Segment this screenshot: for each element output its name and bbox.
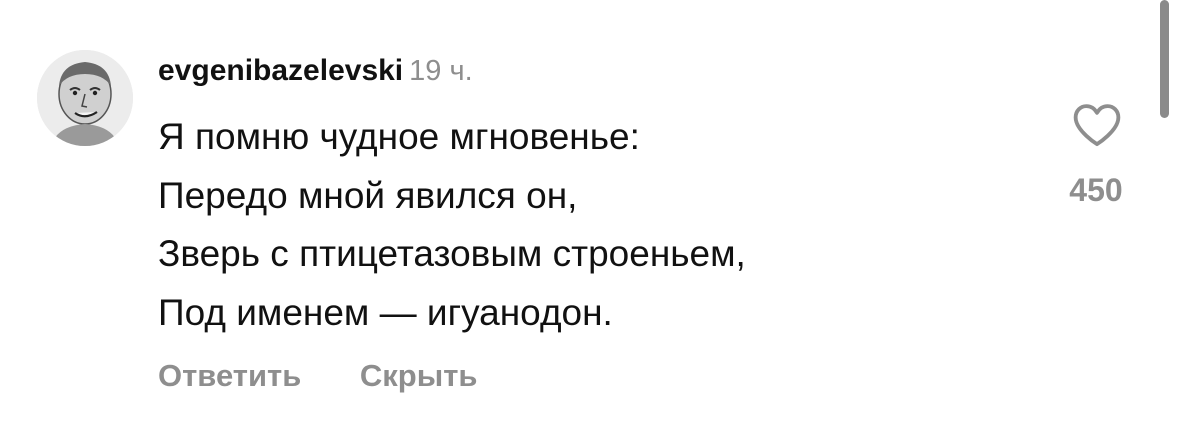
avatar[interactable] xyxy=(37,50,133,146)
comment-line: Я помню чудное мгновенье: xyxy=(158,116,640,157)
comment-line: Под именем — игуанодон. xyxy=(158,291,613,333)
comment-item: evgenibazelevski 19 ч. Я помню чудное мгн… xyxy=(0,0,1179,430)
comment-line: Зверь с птицетазовым строеньем, xyxy=(158,233,746,274)
comment-line: Передо мной явился он, xyxy=(158,174,578,216)
comment-header: evgenibazelevski 19 ч. xyxy=(158,54,473,94)
comment-text: Я помню чудное мгновенье: Передо мной яв… xyxy=(158,108,746,342)
reply-button[interactable]: Ответить xyxy=(158,358,301,393)
comment-actions: Ответить Скрыть xyxy=(158,358,477,394)
timestamp: 19 ч. xyxy=(409,55,473,87)
username[interactable]: evgenibazelevski xyxy=(158,54,403,87)
like-count: 450 xyxy=(1069,172,1123,208)
heart-icon xyxy=(1073,104,1121,147)
scrollbar[interactable] xyxy=(1160,0,1169,118)
hide-button[interactable]: Скрыть xyxy=(360,358,478,393)
like-button[interactable] xyxy=(1070,98,1124,152)
avatar-portrait-icon xyxy=(37,50,133,146)
